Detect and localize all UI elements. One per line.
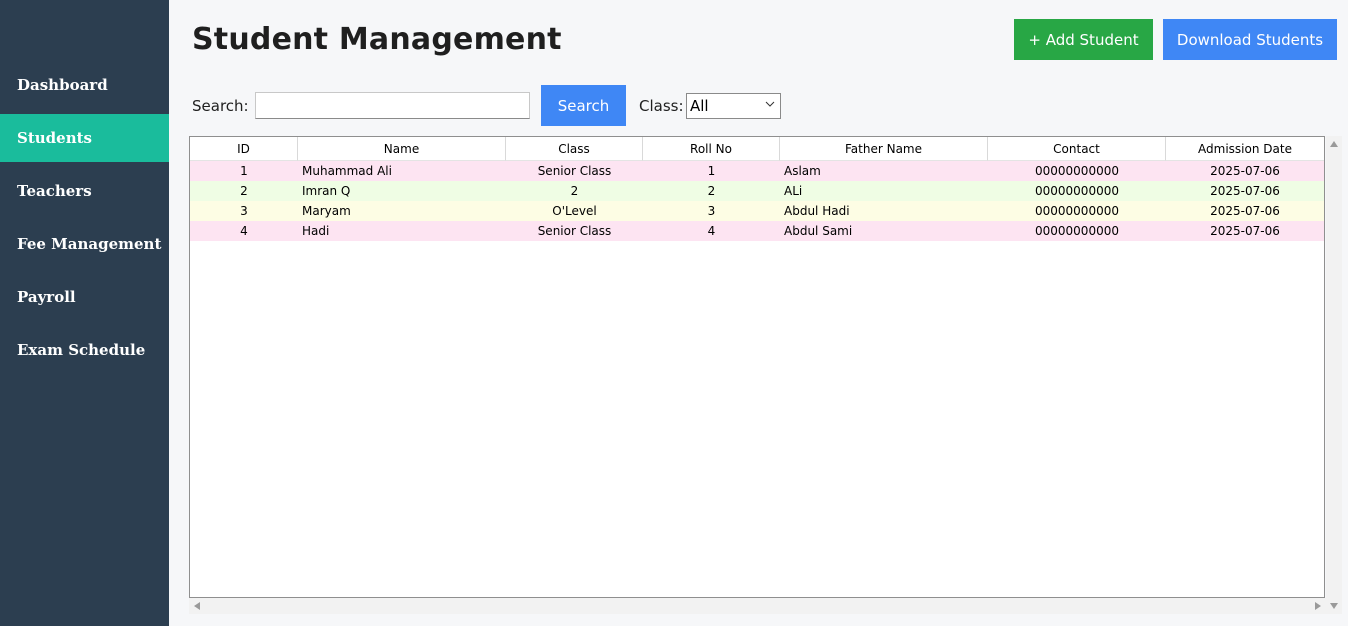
table-row[interactable]: 2 Imran Q 2 2 ALi 00000000000 2025-07-06	[190, 181, 1324, 201]
cell-name: Hadi	[302, 224, 330, 238]
cell-admission-date: 2025-07-06	[1210, 184, 1280, 198]
table-row[interactable]: 4 Hadi Senior Class 4 Abdul Sami 0000000…	[190, 221, 1324, 241]
cell-class: Senior Class	[537, 224, 612, 238]
cell-class: Senior Class	[537, 164, 612, 178]
cell-roll-no: 1	[707, 164, 716, 178]
table-row[interactable]: 1 Muhammad Ali Senior Class 1 Aslam 0000…	[190, 161, 1324, 181]
sidebar-item-students[interactable]: Students	[0, 114, 169, 162]
cell-contact: 00000000000	[1035, 164, 1119, 178]
column-header-id[interactable]: ID	[190, 137, 298, 161]
cell-roll-no: 4	[707, 224, 716, 238]
horizontal-scrollbar[interactable]	[189, 598, 1326, 614]
cell-admission-date: 2025-07-06	[1210, 164, 1280, 178]
cell-roll-no: 3	[707, 204, 716, 218]
scroll-down-arrow-icon[interactable]	[1330, 603, 1338, 609]
search-input[interactable]	[255, 92, 530, 119]
cell-contact: 00000000000	[1035, 184, 1119, 198]
cell-name: Maryam	[302, 204, 351, 218]
cell-contact: 00000000000	[1035, 204, 1119, 218]
cell-contact: 00000000000	[1035, 224, 1119, 238]
cell-admission-date: 2025-07-06	[1210, 224, 1280, 238]
cell-class: 2	[570, 184, 579, 198]
cell-id: 2	[240, 184, 248, 198]
class-filter-select[interactable]: All	[686, 93, 781, 119]
table-header: ID Name Class Roll No Father Name Contac…	[190, 137, 1324, 161]
add-student-button[interactable]: + Add Student	[1014, 19, 1153, 60]
column-header-name[interactable]: Name	[298, 137, 506, 161]
cell-admission-date: 2025-07-06	[1210, 204, 1280, 218]
search-button[interactable]: Search	[541, 85, 626, 126]
cell-id: 4	[240, 224, 248, 238]
scroll-left-arrow-icon[interactable]	[194, 602, 200, 610]
table-row[interactable]: 3 Maryam O'Level 3 Abdul Hadi 0000000000…	[190, 201, 1324, 221]
cell-name: Imran Q	[302, 184, 351, 198]
scroll-up-arrow-icon[interactable]	[1330, 141, 1338, 147]
sidebar-item-teachers[interactable]: Teachers	[0, 167, 169, 215]
cell-father-name: Aslam	[784, 164, 821, 178]
column-header-admission-date[interactable]: Admission Date	[1166, 137, 1324, 161]
students-table: ID Name Class Roll No Father Name Contac…	[189, 136, 1325, 598]
chevron-down-icon	[765, 101, 775, 107]
cell-id: 3	[240, 204, 248, 218]
cell-roll-no: 2	[707, 184, 716, 198]
cell-id: 1	[240, 164, 248, 178]
cell-father-name: Abdul Hadi	[784, 204, 850, 218]
cell-father-name: ALi	[784, 184, 803, 198]
sidebar-item-exam-schedule[interactable]: Exam Schedule	[0, 326, 169, 374]
vertical-scrollbar[interactable]	[1326, 136, 1342, 614]
sidebar-item-dashboard[interactable]: Dashboard	[0, 61, 169, 109]
column-header-class[interactable]: Class	[506, 137, 643, 161]
class-filter-value: All	[690, 97, 709, 115]
column-header-roll-no[interactable]: Roll No	[643, 137, 780, 161]
sidebar-item-payroll[interactable]: Payroll	[0, 273, 169, 321]
page-title: Student Management	[192, 22, 562, 57]
scroll-right-arrow-icon[interactable]	[1315, 602, 1321, 610]
cell-name: Muhammad Ali	[302, 164, 392, 178]
column-header-father-name[interactable]: Father Name	[780, 137, 988, 161]
class-filter-label: Class:	[639, 97, 684, 115]
download-students-button[interactable]: Download Students	[1163, 19, 1337, 60]
sidebar: Dashboard Students Teachers Fee Manageme…	[0, 0, 169, 626]
search-label: Search:	[192, 97, 249, 115]
sidebar-item-fee-management[interactable]: Fee Management	[0, 220, 169, 268]
cell-father-name: Abdul Sami	[784, 224, 853, 238]
column-header-contact[interactable]: Contact	[988, 137, 1166, 161]
cell-class: O'Level	[552, 204, 597, 218]
